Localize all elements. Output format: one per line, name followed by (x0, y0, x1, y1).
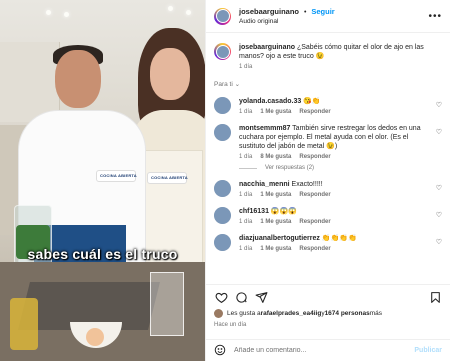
comment-item: diazjuanalbertogutierrez 👏👏👏👏 1 día 1 Me … (214, 234, 442, 252)
view-replies-label: Ver respuestas (2) (265, 165, 315, 171)
publish-button[interactable]: Publicar (414, 347, 442, 354)
comment-likes[interactable]: 1 Me gusta (260, 219, 291, 225)
likes-summary[interactable]: Les gusta a rafaelprades_ea4iig y 1674 p… (214, 309, 442, 318)
likes-prefix: Les gusta a (227, 310, 261, 317)
comment-item: nacchia_menni Exacto!!!!! 1 día 1 Me gust… (214, 180, 442, 198)
cohost-face (150, 48, 190, 100)
view-replies-button[interactable]: Ver respuestas (2) (239, 165, 428, 171)
water-glass (150, 272, 184, 336)
comment-text: Exacto!!!!! (289, 181, 323, 188)
action-bar (214, 285, 442, 309)
caption-username[interactable]: josebaarguinano (239, 44, 295, 51)
caption-time: 1 día (239, 64, 253, 70)
commenter-avatar[interactable] (214, 207, 231, 224)
post-header: josebaarguinano • Seguir Audio original … (206, 0, 450, 33)
comment-username[interactable]: yolanda.casado.33 (239, 98, 301, 105)
follow-button[interactable]: Seguir (311, 7, 334, 16)
comment-time: 1 día (239, 219, 253, 225)
add-comment-bar: Publicar (206, 339, 450, 361)
comment-username[interactable]: nacchia_menni (239, 181, 290, 188)
sort-dropdown[interactable]: Para ti ⌄ (214, 80, 442, 88)
reply-button[interactable]: Responder (299, 192, 330, 198)
studio-light (168, 6, 173, 11)
comment-time: 1 día (239, 109, 253, 115)
commenter-avatar[interactable] (214, 124, 231, 141)
reply-button[interactable]: Responder (299, 246, 330, 252)
video-player[interactable]: COCINA ABIERTA COCINA ABIERTA sabes cuál… (0, 0, 205, 361)
likes-end: más (369, 310, 383, 317)
liker-avatar (214, 309, 223, 318)
comment-input[interactable] (234, 347, 415, 354)
comment-time: 1 día (239, 154, 253, 160)
audio-link[interactable]: Audio original (239, 18, 428, 25)
cohost-logo-text: COCINA ABIERTA (151, 175, 188, 180)
comments-panel: josebaarguinano • Seguir Audio original … (205, 0, 450, 361)
commenter-avatar[interactable] (214, 234, 231, 251)
like-comment-heart-icon[interactable]: ♡ (436, 211, 442, 219)
like-comment-heart-icon[interactable]: ♡ (436, 238, 442, 246)
emoji-icon[interactable] (214, 344, 226, 358)
comment-username[interactable]: montsemmm87 (239, 125, 290, 132)
comment-item: yolanda.casado.33 😘👏 1 día 1 Me gusta Resp… (214, 97, 442, 115)
comment-likes[interactable]: 1 Me gusta (260, 109, 291, 115)
comment-item: montsemmm87 También sirve restregar los … (214, 124, 442, 171)
comment-icon[interactable] (234, 290, 248, 304)
comment-likes[interactable]: 1 Me gusta (260, 246, 291, 252)
chef-face (55, 50, 101, 108)
like-comment-heart-icon[interactable]: ♡ (436, 101, 442, 109)
comment-text: 😱😱😱 (268, 208, 298, 215)
oil-bottle (10, 298, 38, 350)
post-modal: COCINA ABIERTA COCINA ABIERTA sabes cuál… (0, 0, 450, 361)
commenter-avatar[interactable] (214, 180, 231, 197)
comment-likes[interactable]: 8 Me gusta (260, 154, 291, 160)
comments-list[interactable]: josebaarguinano ¿Sabéis cómo quitar el o… (206, 34, 450, 284)
egg (86, 328, 104, 346)
comment-time: 1 día (239, 192, 253, 198)
author-avatar[interactable] (214, 43, 231, 60)
reply-button[interactable]: Responder (299, 109, 330, 115)
reply-button[interactable]: Responder (299, 219, 330, 225)
comment-likes[interactable]: 1 Me gusta (260, 192, 291, 198)
posted-time[interactable]: Hace un día (214, 322, 442, 328)
bookmark-icon[interactable] (428, 290, 442, 304)
liker-username[interactable]: rafaelprades_ea4iig (261, 310, 322, 317)
author-username[interactable]: josebaarguinano (239, 7, 299, 16)
heart-icon[interactable] (214, 290, 228, 304)
replies-line (239, 167, 257, 169)
video-caption: sabes cuál es el truco (27, 246, 178, 262)
studio-light (64, 12, 69, 17)
reply-button[interactable]: Responder (299, 154, 330, 160)
comment-item: chf16131 😱😱😱 1 día 1 Me gusta Responder ♡ (214, 207, 442, 225)
comment-username[interactable]: diazjuanalbertogutierrez (239, 235, 320, 242)
likes-count[interactable]: 1674 personas (325, 310, 370, 317)
caption-text: josebaarguinano ¿Sabéis cómo quitar el o… (239, 43, 428, 61)
comment-username[interactable]: chf16131 (239, 208, 269, 215)
studio-light (186, 10, 191, 15)
chef-logo-text: COCINA ABIERTA (100, 173, 137, 178)
commenter-avatar[interactable] (214, 97, 231, 114)
comment-text: 😘👏 (301, 98, 321, 105)
author-info: josebaarguinano • Seguir Audio original (239, 7, 428, 25)
studio-light (46, 10, 51, 15)
caption-item: josebaarguinano ¿Sabéis cómo quitar el o… (214, 43, 442, 70)
like-comment-heart-icon[interactable]: ♡ (436, 184, 442, 192)
separator-dot: • (303, 9, 307, 16)
post-footer: Les gusta a rafaelprades_ea4iig y 1674 p… (206, 284, 450, 328)
comment-text: 👏👏👏👏 (319, 235, 357, 242)
author-avatar[interactable] (214, 7, 231, 25)
more-options-icon[interactable]: ••• (428, 11, 442, 22)
share-icon[interactable] (254, 290, 268, 304)
comment-time: 1 día (239, 246, 253, 252)
like-comment-heart-icon[interactable]: ♡ (436, 128, 442, 136)
